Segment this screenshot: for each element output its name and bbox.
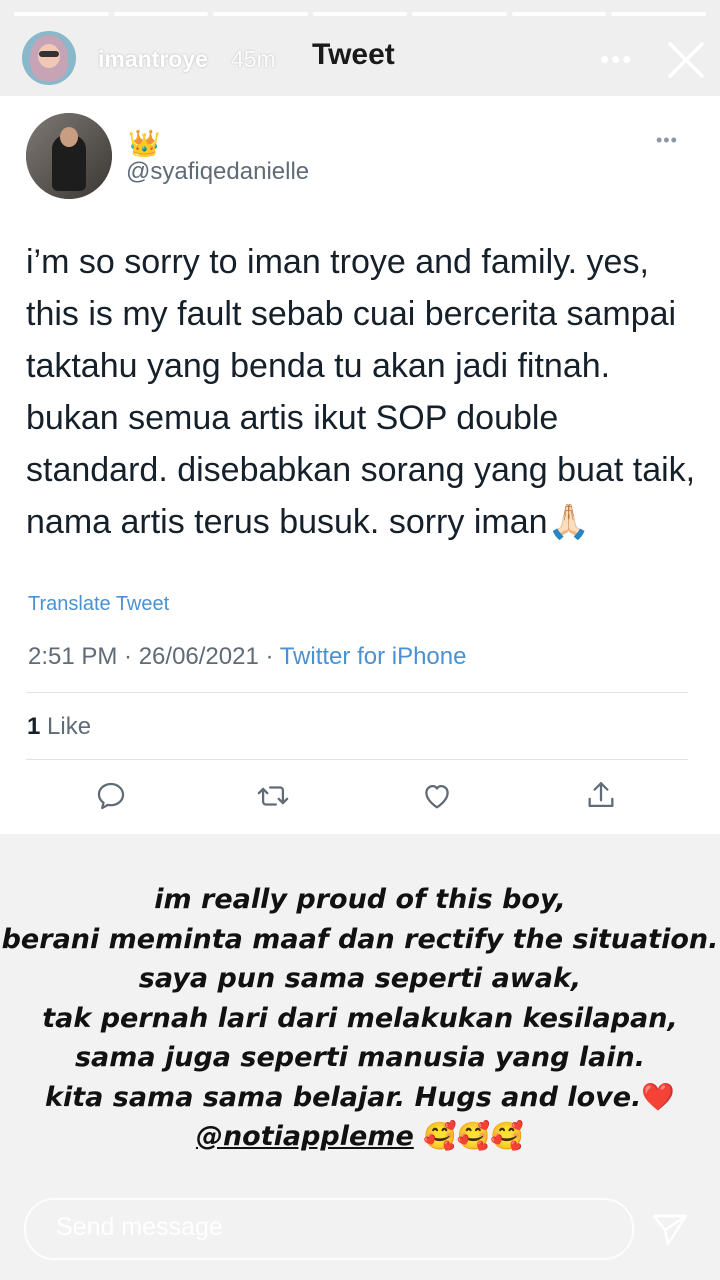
progress-segment [312,12,408,16]
progress-segment [412,12,507,16]
progress-segment [14,12,109,16]
send-message-placeholder: Send message [56,1213,223,1241]
tweet-more-button[interactable]: ••• [656,130,678,151]
story-username[interactable]: imantroye [98,46,208,73]
caption-line: sama juga seperti manusia yang lain. [74,1042,646,1073]
divider [26,692,688,693]
tweet-meta: 2:51 PM · 26/06/2021 · Twitter for iPhon… [28,643,466,671]
paper-plane-icon [652,1214,688,1246]
tweet-timestamp: 2:51 PM · 26/06/2021 · [28,643,280,670]
close-button[interactable] [664,38,708,82]
caption-line: kita sama sama belajar. Hugs and love. [45,1081,642,1113]
mention-link[interactable]: @notiappleme [196,1121,414,1152]
story-caption: im really proud of this boy, berani memi… [0,880,720,1157]
page-title: Tweet [312,38,395,71]
tweet-author-avatar[interactable] [26,113,112,199]
crown-icon: 👑 [128,128,161,158]
progress-segment [213,12,308,16]
heart-emoji-icon: ❤️ [641,1081,675,1113]
story-progress-bar [14,12,707,16]
like-count[interactable]: 1 Like [27,713,91,741]
send-button[interactable] [648,1206,692,1250]
story-time: 45m [231,46,276,72]
story-more-button[interactable]: ••• [600,44,633,75]
caption-line: berani meminta maaf dan rectify the situ… [1,923,719,955]
reply-button[interactable] [94,779,134,819]
caption-line-with-heart: kita sama sama belajar. Hugs and love.❤️ [0,1078,720,1118]
reply-icon [97,782,125,810]
caption-line: im really proud of this boy, [154,884,566,915]
divider [26,759,688,760]
progress-segment [611,12,707,16]
tweet-author-handle[interactable]: @syafiqedanielle [126,158,309,186]
translate-tweet-link[interactable]: Translate Tweet [28,593,169,616]
caption-mention-line: @notiappleme 🥰🥰🥰 [0,1117,720,1157]
story-user-avatar[interactable] [22,31,76,85]
smiling-hearts-emoji-icon: 🥰🥰🥰 [423,1121,525,1152]
progress-segment [113,12,209,16]
tweet-text: i’m so sorry to iman troye and family. y… [26,243,696,541]
share-icon [588,782,614,808]
close-icon [668,42,704,78]
progress-segment [511,12,607,16]
like-count-label: Like [47,713,92,740]
heart-icon [425,784,449,809]
like-count-number: 1 [27,713,41,740]
share-button[interactable] [584,779,624,819]
caption-line: tak pernah lari dari melakukan kesilapan… [42,1002,678,1034]
tweet-source-link[interactable]: Twitter for iPhone [280,643,467,670]
retweet-icon [257,786,289,806]
retweet-button[interactable] [256,779,296,819]
like-button[interactable] [420,779,460,819]
caption-line: saya pun sama seperti awak, [138,963,582,994]
